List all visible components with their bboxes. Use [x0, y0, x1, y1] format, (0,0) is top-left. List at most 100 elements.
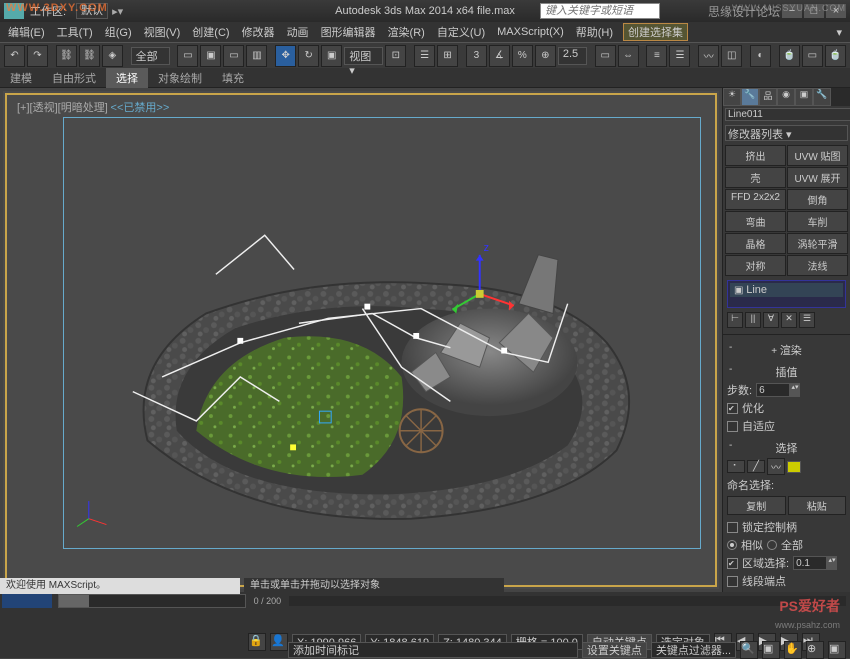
select-button[interactable]: ▭ — [177, 45, 198, 67]
align-button[interactable]: ≡ — [646, 45, 667, 67]
mirror-button[interactable]: ⇔ — [618, 45, 639, 67]
center-button[interactable]: ⊡ — [385, 45, 406, 67]
link-button[interactable]: ⛓ — [56, 45, 77, 67]
copy-button[interactable]: 复制 — [727, 496, 786, 515]
ribbon-tab-populate[interactable]: 填充 — [212, 68, 254, 88]
angle-snap-button[interactable]: ∡ — [489, 45, 510, 67]
select-name-button[interactable]: ▣ — [200, 45, 221, 67]
sel-vertex-button[interactable]: ⠂ — [727, 460, 745, 473]
all-radio[interactable] — [767, 540, 777, 550]
menu-maxscript[interactable]: MAXScript(X) — [491, 26, 570, 38]
mod-btn-bevel[interactable]: 倒角 — [787, 189, 848, 210]
track-bar[interactable] — [289, 596, 846, 606]
undo-button[interactable]: ↶ — [4, 45, 25, 67]
stack-unique-button[interactable]: ∀ — [763, 312, 779, 328]
viewport-perspective[interactable]: z — [63, 117, 701, 549]
mod-btn-lattice[interactable]: 晶格 — [725, 233, 786, 254]
mod-btn-extrude[interactable]: 挤出 — [725, 145, 786, 166]
bind-button[interactable]: ◈ — [102, 45, 123, 67]
menu-modifiers[interactable]: 修改器 — [236, 24, 281, 40]
mod-btn-bend[interactable]: 弯曲 — [725, 211, 786, 232]
section-select-header[interactable]: 选择 — [727, 439, 846, 457]
rotate-button[interactable]: ↻ — [298, 45, 319, 67]
sel-color-swatch[interactable] — [787, 461, 801, 473]
mod-btn-turbosmooth[interactable]: 涡轮平滑 — [787, 233, 848, 254]
set-key-button[interactable]: 设置关键点 — [582, 642, 647, 658]
time-slider[interactable] — [58, 594, 246, 608]
similar-radio[interactable] — [727, 540, 737, 550]
nav-zoom-button[interactable]: 🔍 — [740, 641, 758, 659]
paste-button[interactable]: 粘贴 — [788, 496, 847, 515]
stack-show-button[interactable]: || — [745, 312, 761, 328]
object-name-input[interactable] — [725, 108, 850, 121]
ribbon-tab-selection[interactable]: 选择 — [106, 68, 148, 88]
timeline-thumb[interactable] — [2, 594, 52, 608]
sel-spline-button[interactable]: 〰 — [767, 458, 785, 475]
snap-button[interactable]: 3 — [466, 45, 487, 67]
mod-btn-shell[interactable]: 壳 — [725, 167, 786, 188]
maxscript-prompt[interactable]: 欢迎使用 MAXScript。 — [0, 578, 240, 594]
render-frame-button[interactable]: ▭ — [802, 45, 823, 67]
nav-orbit-button[interactable]: ⊕ — [806, 641, 824, 659]
ribbon-tab-objectpaint[interactable]: 对象绘制 — [148, 68, 212, 88]
modifier-list-dropdown[interactable]: 修改器列表 ▾ — [725, 125, 848, 141]
add-time-tag[interactable]: 添加时间标记 — [288, 642, 578, 658]
adaptive-checkbox[interactable] — [727, 421, 738, 432]
mod-btn-lathe[interactable]: 车削 — [787, 211, 848, 232]
segment-end-checkbox[interactable] — [727, 576, 738, 587]
menu-group[interactable]: 组(G) — [99, 24, 138, 40]
key-filter-button[interactable]: 关键点过滤器... — [651, 642, 736, 658]
move-button[interactable]: ✥ — [275, 45, 296, 67]
refcoord-dropdown[interactable]: 视图 ▾ — [344, 47, 383, 65]
keymode-button[interactable]: ⊞ — [437, 45, 458, 67]
spinner-value[interactable]: 2.5 — [558, 47, 587, 65]
lock-selection-button[interactable]: 🔒 — [248, 633, 266, 651]
spinner-snap-button[interactable]: ⊕ — [535, 45, 556, 67]
steps-input[interactable] — [756, 383, 790, 397]
mod-btn-normal[interactable]: 法线 — [787, 255, 848, 276]
mod-btn-unwrap[interactable]: UVW 展开 — [787, 167, 848, 188]
ribbon-tab-freeform[interactable]: 自由形式 — [42, 68, 106, 88]
tab-motion-icon[interactable]: ◉ — [777, 88, 795, 106]
optimize-checkbox[interactable] — [727, 403, 738, 414]
tab-hierarchy-icon[interactable]: 品 — [759, 88, 777, 106]
menu-edit[interactable]: 编辑(E) — [2, 24, 51, 40]
stack-item-line[interactable]: ▣ Line — [730, 283, 843, 297]
unlink-button[interactable]: ⛓ — [79, 45, 100, 67]
lock-handles-checkbox[interactable] — [727, 522, 738, 533]
menu-graph[interactable]: 图形编辑器 — [315, 24, 382, 40]
stack-pin-button[interactable]: ⊢ — [727, 312, 743, 328]
steps-spinner[interactable]: ▴▾ — [790, 383, 800, 397]
manip-button[interactable]: ☰ — [414, 45, 435, 67]
material-editor-button[interactable]: ◐ — [750, 45, 771, 67]
tab-create-icon[interactable]: ☀ — [723, 88, 741, 106]
stack-config-button[interactable]: ☰ — [799, 312, 815, 328]
percent-snap-button[interactable]: % — [512, 45, 533, 67]
region-checkbox[interactable] — [727, 558, 738, 569]
render-button[interactable]: 🍵 — [825, 45, 846, 67]
nav-pan-button[interactable]: ✋ — [784, 641, 802, 659]
scale-button[interactable]: ▣ — [321, 45, 342, 67]
select-region-button[interactable]: ▭ — [223, 45, 244, 67]
panel-splitter[interactable] — [723, 334, 850, 335]
region-spinner[interactable]: ▴▾ — [827, 556, 837, 570]
sel-segment-button[interactable]: ╱ — [747, 460, 765, 473]
modifier-stack[interactable]: ▣ Line — [727, 280, 846, 308]
redo-button[interactable]: ↷ — [27, 45, 48, 67]
mod-btn-symmetry[interactable]: 对称 — [725, 255, 786, 276]
nav-max-button[interactable]: ▣ — [828, 641, 846, 659]
mod-btn-ffd[interactable]: FFD 2x2x2 — [725, 189, 786, 210]
tab-display-icon[interactable]: ▣ — [795, 88, 813, 106]
section-interp-header[interactable]: 插值 — [727, 363, 846, 381]
schematic-button[interactable]: ◫ — [721, 45, 742, 67]
filter-dropdown[interactable]: 全部 ▾ — [131, 47, 170, 65]
menu-help[interactable]: 帮助(H) — [570, 24, 619, 40]
window-crossing-button[interactable]: ▥ — [246, 45, 267, 67]
isolate-button[interactable]: 👤 — [270, 633, 288, 651]
tab-modify-icon[interactable]: 🔧 — [741, 88, 759, 106]
menu-render[interactable]: 渲染(R) — [382, 24, 431, 40]
ribbon-tab-modeling[interactable]: 建模 — [0, 68, 42, 88]
menu-create[interactable]: 创建(C) — [186, 24, 235, 40]
mod-btn-uvwmap[interactable]: UVW 贴图 — [787, 145, 848, 166]
menu-customize[interactable]: 自定义(U) — [431, 24, 491, 40]
